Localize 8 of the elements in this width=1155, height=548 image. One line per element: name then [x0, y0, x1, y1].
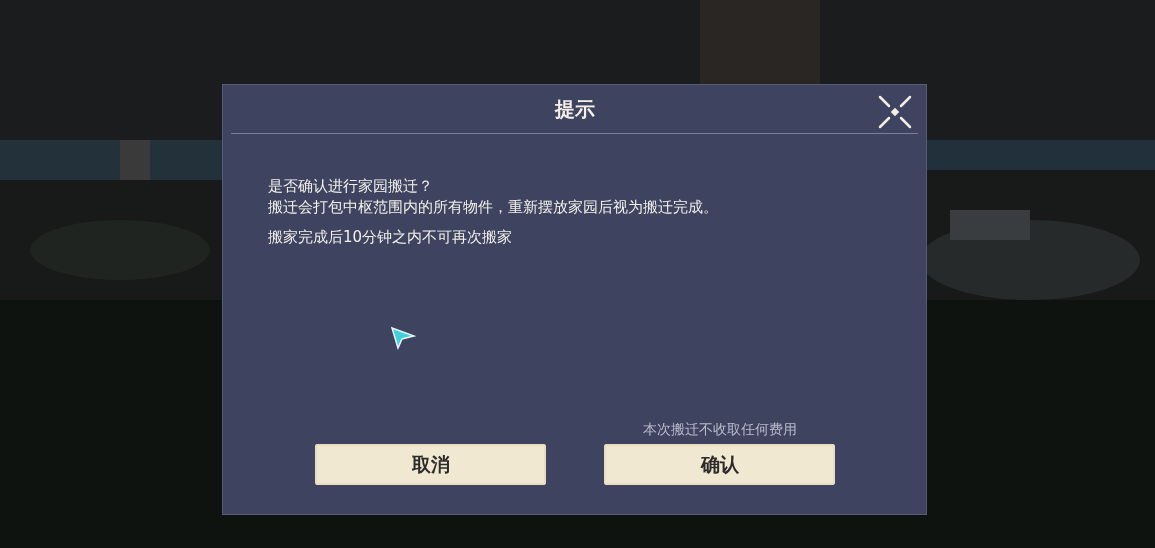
close-icon[interactable]: [878, 95, 912, 129]
confirm-button[interactable]: 确认: [604, 444, 835, 485]
cancel-button[interactable]: 取消: [315, 444, 546, 485]
warning-text: 搬家完成后10分钟之内不可再次搬家: [268, 228, 514, 247]
message-text: 是否确认进行家园搬迁？ 搬迁会打包中枢范围内的所有物件，重新摆放家园后视为搬迁完成。: [268, 176, 719, 218]
fee-note: 本次搬迁不收取任何费用: [642, 421, 797, 439]
cursor-icon: [390, 326, 416, 350]
dialog-title: 提示: [554, 95, 595, 123]
